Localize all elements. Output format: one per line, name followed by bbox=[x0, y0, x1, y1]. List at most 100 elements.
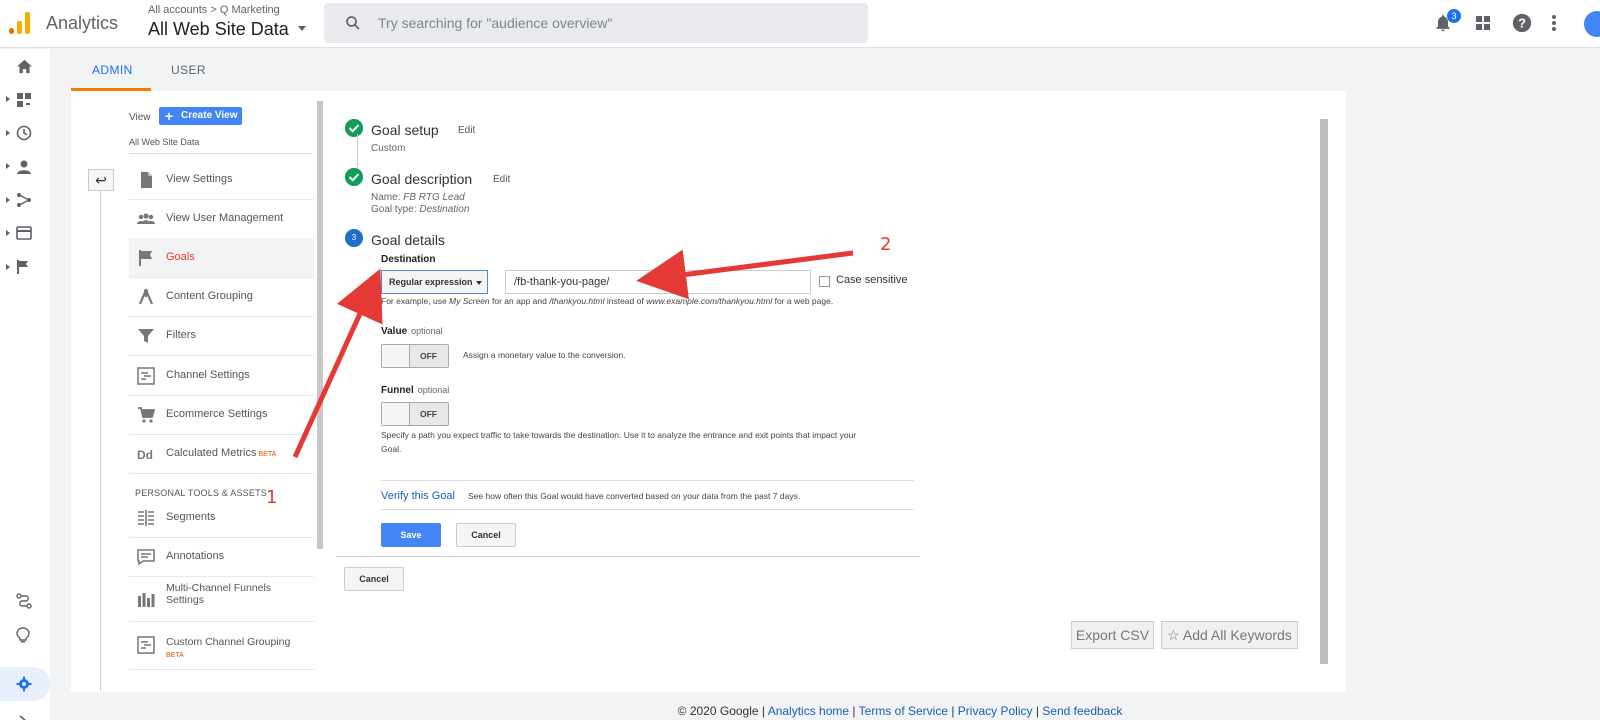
expand-arrow-icon[interactable] bbox=[6, 130, 10, 136]
save-button[interactable]: Save bbox=[381, 523, 441, 547]
destination-label: Destination bbox=[381, 254, 436, 265]
gear-icon[interactable] bbox=[16, 676, 32, 692]
goal-details-title: Goal details bbox=[371, 232, 445, 248]
goal-description-edit-link[interactable]: Edit bbox=[493, 174, 510, 185]
more-vert-icon[interactable] bbox=[1551, 14, 1557, 32]
goal-setup-edit-link[interactable]: Edit bbox=[458, 125, 475, 136]
people-icon bbox=[137, 213, 155, 224]
expand-arrow-icon[interactable] bbox=[6, 197, 10, 203]
help-icon[interactable]: ? bbox=[1511, 12, 1533, 34]
view-label: View bbox=[129, 112, 151, 123]
funnel-toggle[interactable]: OFF bbox=[381, 402, 449, 426]
divider bbox=[381, 509, 914, 510]
clock-icon[interactable] bbox=[16, 125, 32, 141]
step-number-badge: 3 bbox=[345, 229, 363, 247]
menu-item-content-grouping[interactable]: Content Grouping bbox=[129, 277, 314, 317]
person-icon[interactable] bbox=[16, 159, 32, 175]
acquisition-icon[interactable] bbox=[16, 192, 32, 208]
expand-arrow-icon[interactable] bbox=[6, 96, 10, 102]
segments-icon bbox=[138, 510, 154, 526]
verify-goal-description: See how often this Goal would have conve… bbox=[468, 491, 801, 501]
destination-hint: For example, use My Screen for an app an… bbox=[381, 296, 834, 306]
chevron-down-icon[interactable] bbox=[298, 26, 306, 31]
menu-item-annotations[interactable]: Annotations bbox=[129, 537, 314, 577]
menu-item-ecommerce-settings[interactable]: Ecommerce Settings bbox=[129, 395, 314, 435]
channel-icon bbox=[137, 367, 155, 385]
case-sensitive-label[interactable]: Case sensitive bbox=[836, 274, 908, 286]
menu-item-mcf-settings[interactable]: Multi-Channel Funnels Settings bbox=[129, 576, 314, 622]
goal-setup-value: Custom bbox=[371, 143, 406, 154]
privacy-link[interactable]: Privacy Policy bbox=[958, 704, 1033, 718]
lightbulb-icon[interactable] bbox=[16, 627, 30, 643]
case-sensitive-checkbox[interactable] bbox=[819, 276, 830, 287]
expand-arrow-icon[interactable] bbox=[6, 230, 10, 236]
chevron-down-icon bbox=[476, 281, 482, 285]
funnel-label: Funnel optional bbox=[381, 385, 450, 396]
match-type-dropdown[interactable]: Regular expression bbox=[381, 270, 488, 294]
main-scrollbar[interactable] bbox=[1320, 119, 1328, 664]
menu-item-custom-channel-grouping[interactable]: Custom Channel Grouping BETA bbox=[129, 622, 314, 670]
cart-icon bbox=[138, 407, 155, 423]
bars-icon bbox=[138, 593, 155, 607]
menu-item-channel-settings[interactable]: Channel Settings bbox=[129, 356, 314, 396]
flag-icon[interactable] bbox=[16, 259, 30, 275]
notification-badge: 3 bbox=[1447, 9, 1461, 23]
destination-input[interactable]: /fb-thank-you-page/ bbox=[505, 270, 811, 294]
plus-icon: + bbox=[165, 108, 174, 124]
channel-icon bbox=[137, 636, 155, 654]
column-guide-line bbox=[100, 191, 101, 691]
analytics-logo[interactable] bbox=[8, 10, 32, 34]
grouping-icon bbox=[138, 289, 154, 305]
feedback-link[interactable]: Send feedback bbox=[1042, 704, 1122, 718]
funnel-description: Specify a path you expect traffic to tak… bbox=[381, 430, 857, 454]
flag-icon bbox=[139, 250, 152, 266]
menu-item-calculated-metrics[interactable]: Dd Calculated Metrics BETA bbox=[129, 434, 314, 474]
add-all-keywords-button[interactable]: ☆ Add All Keywords bbox=[1161, 621, 1298, 649]
svg-text:Dd: Dd bbox=[137, 448, 153, 462]
outer-cancel-button[interactable]: Cancel bbox=[344, 567, 404, 591]
divider bbox=[129, 153, 312, 154]
filter-icon bbox=[138, 329, 154, 343]
svg-text:?: ? bbox=[1518, 16, 1526, 31]
value-toggle[interactable]: OFF bbox=[381, 344, 449, 368]
analytics-home-link[interactable]: Analytics home bbox=[768, 704, 849, 718]
view-selector[interactable]: All Web Site Data bbox=[148, 19, 289, 40]
view-name: All Web Site Data bbox=[129, 137, 200, 147]
view-column-scrollbar[interactable] bbox=[317, 101, 323, 549]
menu-item-goals[interactable]: Goals bbox=[129, 238, 314, 278]
verify-goal-link[interactable]: Verify this Goal bbox=[381, 490, 455, 502]
tab-admin[interactable]: ADMIN bbox=[92, 63, 133, 77]
search-bar[interactable]: Try searching for "audience overview" bbox=[324, 3, 868, 43]
annotation-number-1: 1 bbox=[266, 487, 278, 508]
back-button[interactable]: ↩ bbox=[88, 169, 114, 191]
document-icon bbox=[141, 172, 152, 188]
home-icon[interactable] bbox=[16, 59, 33, 74]
export-csv-button[interactable]: Export CSV bbox=[1071, 621, 1154, 649]
create-view-button[interactable]: + Create View bbox=[159, 107, 242, 125]
divider bbox=[336, 556, 920, 557]
check-circle-icon bbox=[345, 168, 363, 186]
cancel-button[interactable]: Cancel bbox=[456, 523, 516, 547]
dd-icon: Dd bbox=[137, 448, 153, 462]
menu-item-view-user-management[interactable]: View User Management bbox=[129, 199, 314, 239]
avatar[interactable] bbox=[1584, 11, 1600, 37]
value-description: Assign a monetary value to the conversio… bbox=[463, 350, 626, 360]
top-bar: Analytics All accounts > Q Marketing All… bbox=[0, 0, 1600, 48]
menu-item-view-settings[interactable]: View Settings bbox=[129, 160, 314, 200]
search-icon bbox=[346, 16, 360, 30]
menu-item-segments[interactable]: Segments bbox=[129, 498, 314, 538]
account-breadcrumb[interactable]: All accounts > Q Marketing bbox=[148, 4, 280, 16]
route-icon[interactable] bbox=[16, 593, 32, 609]
tab-user[interactable]: USER bbox=[171, 63, 206, 77]
dashboard-icon[interactable] bbox=[16, 92, 32, 108]
behavior-icon[interactable] bbox=[16, 226, 32, 240]
menu-item-filters[interactable]: Filters bbox=[129, 316, 314, 356]
star-icon: ☆ bbox=[1167, 627, 1180, 643]
annotation-icon bbox=[137, 549, 155, 566]
divider bbox=[381, 480, 914, 481]
check-circle-icon bbox=[345, 119, 363, 137]
expand-arrow-icon[interactable] bbox=[6, 264, 10, 270]
expand-arrow-icon[interactable] bbox=[6, 163, 10, 169]
apps-grid-icon[interactable] bbox=[1475, 15, 1491, 31]
terms-link[interactable]: Terms of Service bbox=[859, 704, 948, 718]
